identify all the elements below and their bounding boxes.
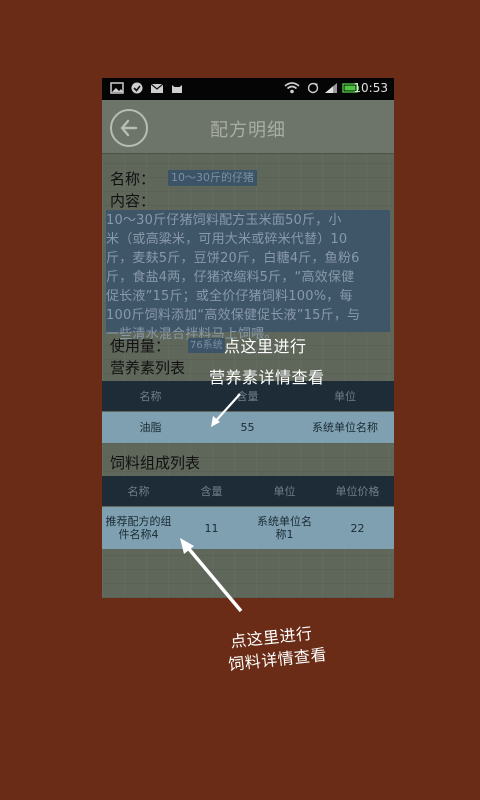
annotation-arrows (180, 393, 243, 613)
arrow-icon (211, 393, 241, 427)
arrow-icon (180, 538, 243, 613)
